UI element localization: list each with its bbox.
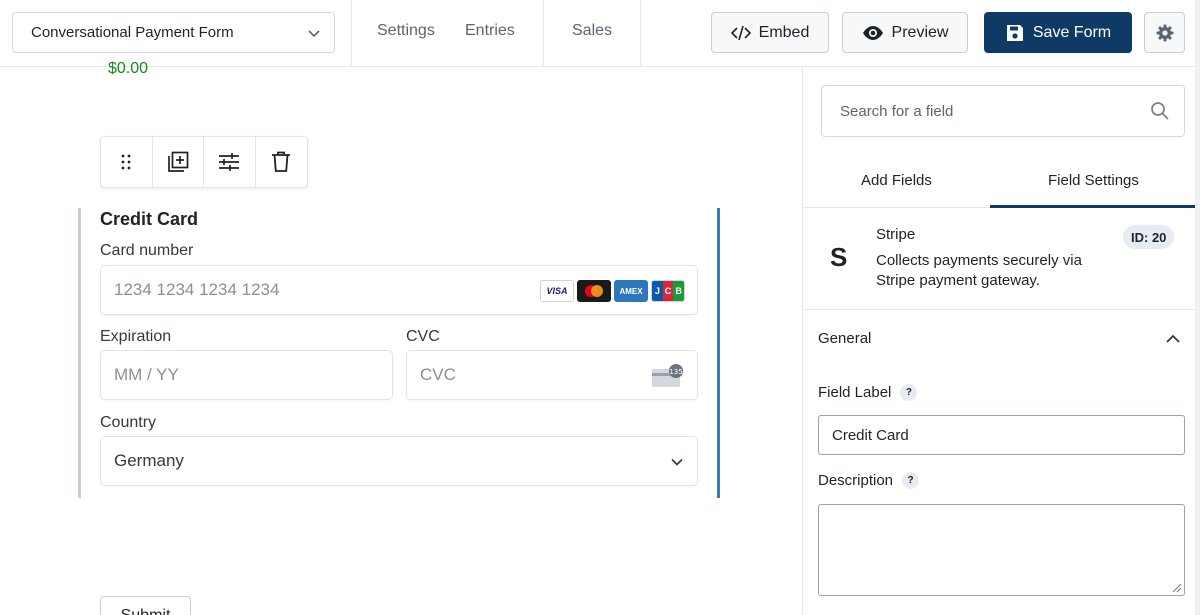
sliders-icon [219,153,240,171]
field-label-input[interactable]: Credit Card [818,415,1185,455]
field-id-badge: ID: 20 [1123,225,1175,249]
floppy-disk-icon [1006,24,1023,41]
field-settings-button[interactable] [204,137,256,187]
tab-settings[interactable]: Settings [377,22,435,40]
chevron-down-icon [671,458,683,466]
expiration-input[interactable]: MM / YY [100,350,393,400]
resize-handle-icon[interactable] [1170,581,1182,593]
divider [351,0,352,67]
field-label-caption: Field Label [818,384,892,401]
code-icon [730,25,751,40]
field-type-description: Collects payments securely via Stripe pa… [876,252,1082,289]
card-number-placeholder: 1234 1234 1234 1234 [114,280,280,299]
delete-field-button[interactable] [256,137,308,187]
description-caption: Description [818,472,894,489]
mastercard-logo-icon [577,280,611,302]
help-icon[interactable]: ? [900,384,918,401]
chevron-down-icon [308,29,320,37]
card-number-input[interactable]: 1234 1234 1234 1234 VISA AMEX J C B [100,265,698,315]
duplicate-icon [167,151,189,172]
submit-button[interactable]: Submit [100,596,191,615]
field-title: Credit Card [100,209,199,229]
divider [640,0,641,67]
embed-button[interactable]: Embed [711,12,829,53]
field-search-input[interactable]: Search for a field [821,85,1185,137]
cvc-card-icon: 135 [652,364,683,387]
form-selector-label: Conversational Payment Form [31,24,234,41]
embed-label: Embed [758,23,810,41]
visa-logo-icon: VISA [540,280,574,302]
jcb-letter-c: C [662,281,674,301]
help-icon[interactable]: ? [902,472,920,489]
save-form-label: Save Form [1032,23,1112,41]
active-tab-indicator [990,205,1195,208]
settings-gear-button[interactable] [1144,12,1185,53]
field-toolbar [100,136,308,188]
eye-icon [862,25,883,40]
country-select[interactable]: Germany [100,436,698,486]
card-number-label: Card number [100,242,194,259]
price-total: $0.00 [108,60,149,77]
top-bar: Conversational Payment Form Settings Ent… [0,0,1200,67]
divider [803,309,1195,310]
trash-icon [272,151,291,172]
amex-logo-icon: AMEX [614,280,648,302]
card-brand-logos: VISA AMEX J C B [540,280,685,302]
description-textarea[interactable] [818,504,1185,596]
jcb-logo-icon: J C B [651,280,685,302]
save-form-button[interactable]: Save Form [984,12,1132,53]
general-section-title[interactable]: General [818,330,871,347]
preview-label: Preview [891,23,949,41]
cvc-placeholder: CVC [420,365,456,384]
stripe-icon: S [830,242,848,272]
drag-handle-button[interactable] [101,137,153,187]
scrollbar[interactable] [1195,0,1200,615]
field-selected-indicator [717,208,720,498]
country-value: Germany [114,451,184,470]
country-label: Country [100,414,157,431]
description-caption-row: Description ? [818,472,920,489]
cvc-label: CVC [406,328,440,345]
cvc-icon-text: 135 [669,368,682,376]
divider [543,0,544,67]
search-icon [1151,102,1169,120]
preview-button[interactable]: Preview [842,12,968,53]
expiration-placeholder: MM / YY [114,365,179,384]
tab-field-settings[interactable]: Field Settings [1048,172,1139,189]
expiration-label: Expiration [100,328,172,345]
tab-add-fields[interactable]: Add Fields [861,172,932,189]
gear-icon [1156,24,1173,41]
field-type-name: Stripe [876,226,916,243]
form-selector-dropdown[interactable]: Conversational Payment Form [12,12,335,53]
search-placeholder: Search for a field [840,102,954,120]
drag-handle-icon [121,154,131,170]
tab-sales[interactable]: Sales [572,22,612,40]
jcb-letter-b: B [673,281,684,301]
duplicate-field-button[interactable] [153,137,204,187]
cvc-input[interactable]: CVC 135 [406,350,698,400]
tab-entries[interactable]: Entries [465,22,515,40]
field-label-caption-row: Field Label ? [818,384,918,401]
chevron-up-icon[interactable] [1165,332,1181,346]
jcb-letter-j: J [652,281,663,301]
